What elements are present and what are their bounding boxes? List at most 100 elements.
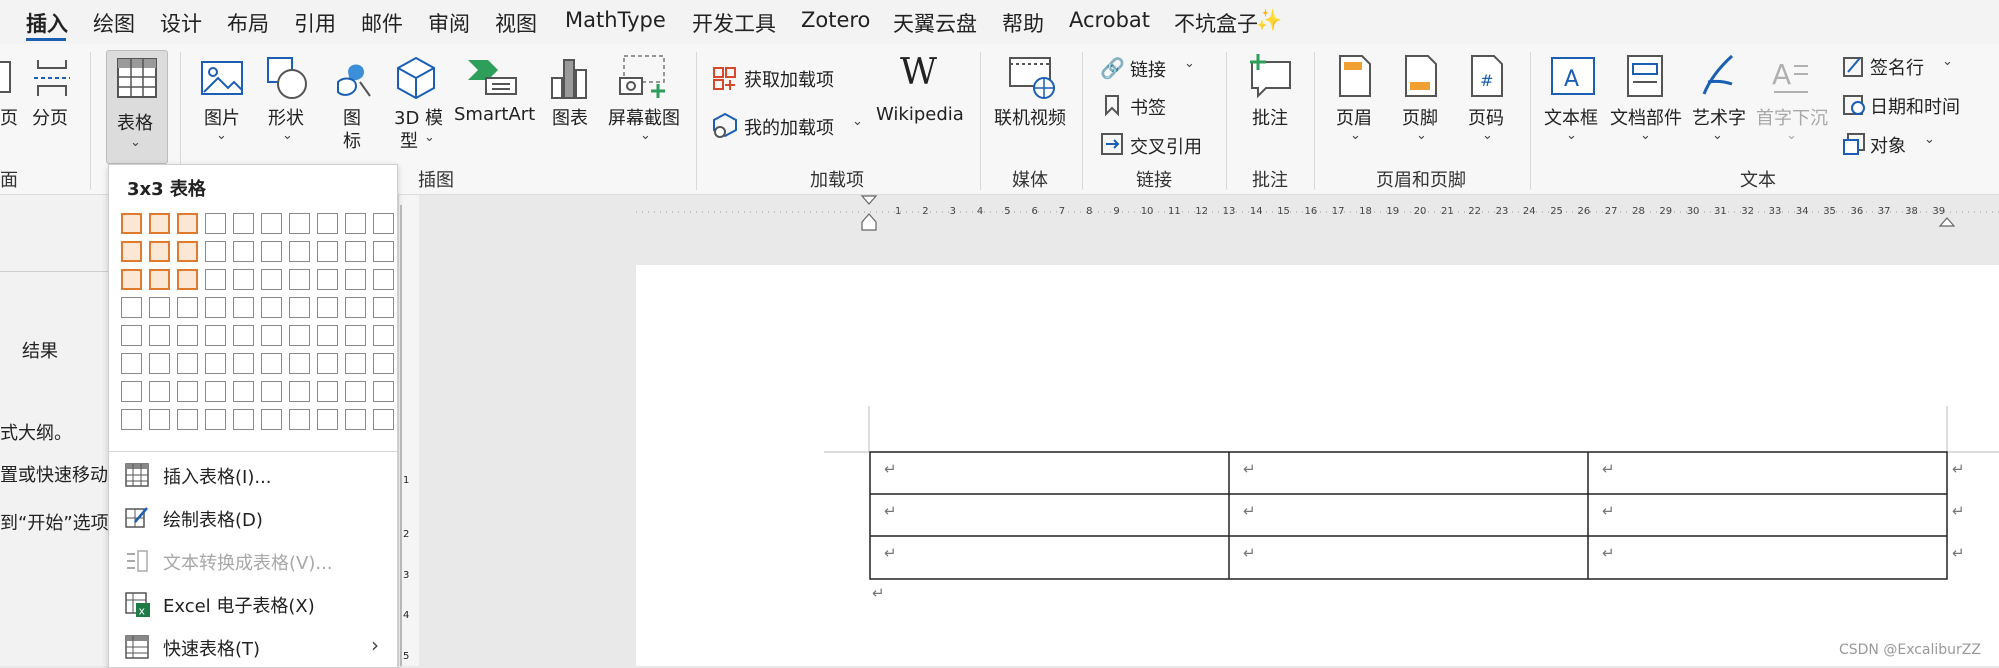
link-button[interactable]: 链接 — [1130, 56, 1166, 82]
grid-cell[interactable] — [345, 381, 366, 402]
grid-cell[interactable] — [121, 353, 142, 374]
tab-references[interactable]: 引用 — [294, 8, 336, 38]
grid-cell[interactable] — [345, 325, 366, 346]
grid-cell[interactable] — [177, 409, 198, 430]
grid-cell[interactable] — [121, 269, 142, 290]
grid-cell[interactable] — [121, 297, 142, 318]
grid-cell[interactable] — [121, 325, 142, 346]
grid-cell[interactable] — [149, 381, 170, 402]
excel-spreadsheet-item[interactable]: x Excel 电子表格(X) — [109, 584, 397, 624]
grid-cell[interactable] — [121, 381, 142, 402]
insert-table-item[interactable]: 插入表格(I)... — [109, 455, 397, 495]
page-partial-label[interactable]: 页 — [0, 104, 18, 130]
grid-cell[interactable] — [205, 409, 226, 430]
results-tab[interactable]: 结果 — [22, 337, 58, 363]
chart-button[interactable]: 图表 — [552, 104, 588, 130]
grid-cell[interactable] — [373, 353, 394, 374]
page-break-button[interactable]: 分页 — [32, 104, 68, 130]
grid-cell[interactable] — [289, 325, 310, 346]
footer-button[interactable]: 页脚 — [1402, 104, 1438, 130]
grid-cell[interactable] — [317, 409, 338, 430]
tab-mailings[interactable]: 邮件 — [361, 8, 403, 38]
text-box-button[interactable]: 文本框 — [1544, 104, 1598, 130]
tab-tianyi-cloud[interactable]: 天翼云盘 — [893, 8, 977, 38]
grid-cell[interactable] — [149, 269, 170, 290]
grid-cell[interactable] — [205, 269, 226, 290]
grid-cell[interactable] — [233, 297, 254, 318]
cross-reference-button[interactable]: 交叉引用 — [1130, 133, 1202, 159]
grid-cell[interactable] — [121, 241, 142, 262]
grid-cell[interactable] — [177, 241, 198, 262]
grid-cell[interactable] — [261, 325, 282, 346]
grid-cell[interactable] — [149, 213, 170, 234]
grid-cell[interactable] — [177, 353, 198, 374]
signature-line-button[interactable]: 签名行 — [1870, 54, 1924, 80]
my-addins-button[interactable]: 我的加载项 — [744, 114, 834, 140]
tab-acrobat[interactable]: Acrobat — [1069, 8, 1150, 32]
grid-cell[interactable] — [205, 325, 226, 346]
grid-cell[interactable] — [149, 241, 170, 262]
grid-cell[interactable] — [205, 297, 226, 318]
tab-view[interactable]: 视图 — [495, 8, 537, 38]
grid-cell[interactable] — [233, 409, 254, 430]
smartart-button[interactable]: SmartArt — [454, 104, 535, 125]
table-button[interactable]: 表格 ⌄ — [106, 50, 168, 164]
grid-cell[interactable] — [121, 213, 142, 234]
grid-cell[interactable] — [177, 213, 198, 234]
shapes-button[interactable]: 形状 — [268, 104, 304, 130]
grid-cell[interactable] — [345, 241, 366, 262]
document-page[interactable] — [636, 265, 1999, 666]
picture-button[interactable]: 图片 — [204, 104, 240, 130]
text-to-table-item[interactable]: 文本转换成表格(V)... — [109, 541, 397, 581]
bookmark-button[interactable]: 书签 — [1130, 94, 1166, 120]
grid-cell[interactable] — [373, 325, 394, 346]
tab-developer[interactable]: 开发工具 — [692, 8, 776, 38]
document-table[interactable] — [636, 265, 1999, 666]
comment-button[interactable]: 批注 — [1252, 104, 1288, 130]
grid-cell[interactable] — [345, 297, 366, 318]
quick-tables-item[interactable]: 快速表格(T) › — [109, 627, 397, 667]
grid-cell[interactable] — [289, 241, 310, 262]
online-video-button[interactable]: 联机视频 — [994, 104, 1066, 130]
grid-cell[interactable] — [373, 381, 394, 402]
grid-cell[interactable] — [205, 353, 226, 374]
indent-marker-icon[interactable] — [860, 194, 878, 232]
tab-review[interactable]: 审阅 — [428, 8, 470, 38]
drop-cap-button[interactable]: 首字下沉 — [1756, 104, 1828, 130]
grid-cell[interactable] — [177, 381, 198, 402]
grid-cell[interactable] — [373, 269, 394, 290]
tab-design[interactable]: 设计 — [160, 8, 202, 38]
grid-cell[interactable] — [205, 241, 226, 262]
grid-cell[interactable] — [345, 409, 366, 430]
grid-cell[interactable] — [317, 297, 338, 318]
grid-cell[interactable] — [149, 353, 170, 374]
grid-cell[interactable] — [149, 325, 170, 346]
grid-cell[interactable] — [289, 297, 310, 318]
grid-cell[interactable] — [289, 353, 310, 374]
grid-cell[interactable] — [373, 409, 394, 430]
grid-cell[interactable] — [233, 213, 254, 234]
grid-cell[interactable] — [261, 297, 282, 318]
grid-cell[interactable] — [317, 353, 338, 374]
grid-cell[interactable] — [317, 325, 338, 346]
grid-cell[interactable] — [177, 269, 198, 290]
grid-cell[interactable] — [345, 213, 366, 234]
table-size-grid[interactable] — [113, 211, 395, 431]
grid-cell[interactable] — [317, 269, 338, 290]
grid-cell[interactable] — [345, 269, 366, 290]
grid-cell[interactable] — [205, 381, 226, 402]
screenshot-button[interactable]: 屏幕截图 — [608, 104, 680, 130]
grid-cell[interactable] — [233, 353, 254, 374]
get-addins-button[interactable]: 获取加载项 — [744, 66, 834, 92]
grid-cell[interactable] — [289, 269, 310, 290]
grid-cell[interactable] — [149, 297, 170, 318]
grid-cell[interactable] — [261, 241, 282, 262]
wordart-button[interactable]: 艺术字 — [1692, 104, 1746, 130]
grid-cell[interactable] — [121, 409, 142, 430]
tab-draw[interactable]: 绘图 — [93, 8, 135, 38]
tab-layout[interactable]: 布局 — [227, 8, 269, 38]
grid-cell[interactable] — [317, 213, 338, 234]
grid-cell[interactable] — [233, 325, 254, 346]
grid-cell[interactable] — [289, 381, 310, 402]
grid-cell[interactable] — [289, 213, 310, 234]
